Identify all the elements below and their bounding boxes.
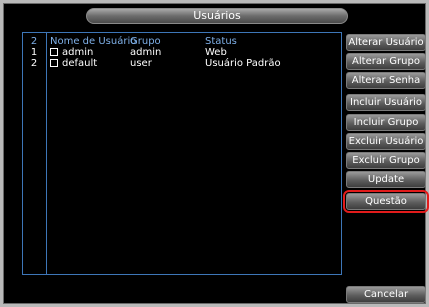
row-index: 1 [30,47,38,58]
update-button[interactable]: Update [346,171,426,188]
alter-password-button[interactable]: Alterar Senha [346,72,426,89]
row-group: admin [130,47,162,58]
add-user-button[interactable]: Incluir Usuário [346,94,426,111]
row-username: admin [62,47,94,58]
table-row[interactable]: 1 admin admin Web [23,47,341,58]
add-group-button[interactable]: Incluir Grupo [346,114,426,131]
delete-group-button[interactable]: Excluir Grupo [346,152,426,169]
column-divider [46,33,47,274]
delete-user-button[interactable]: Excluir Usuário [346,133,426,150]
table-row[interactable]: 2 default user Usuário Padrão [23,58,341,69]
row-index: 2 [30,58,38,69]
row-status: Web [205,47,227,58]
cancel-button[interactable]: Cancelar [346,286,426,303]
header-group[interactable]: Grupo [130,36,161,47]
users-list[interactable]: 2 Nome de Usuário Grupo Status 1 admin a… [22,32,342,275]
list-header: 2 Nome de Usuário Grupo Status [23,36,341,47]
row-status: Usuário Padrão [205,58,281,69]
header-count: 2 [30,36,38,47]
header-status[interactable]: Status [205,36,237,47]
dialog-title: Usuários [86,8,348,24]
header-name[interactable]: Nome de Usuário [50,36,136,47]
alter-user-button[interactable]: Alterar Usuário [346,34,426,51]
row-checkbox[interactable] [50,48,58,56]
row-username: default [62,58,98,69]
alter-group-button[interactable]: Alterar Grupo [346,53,426,70]
question-button[interactable]: Questão [343,190,429,213]
row-checkbox[interactable] [50,59,58,67]
row-group: user [130,58,152,69]
